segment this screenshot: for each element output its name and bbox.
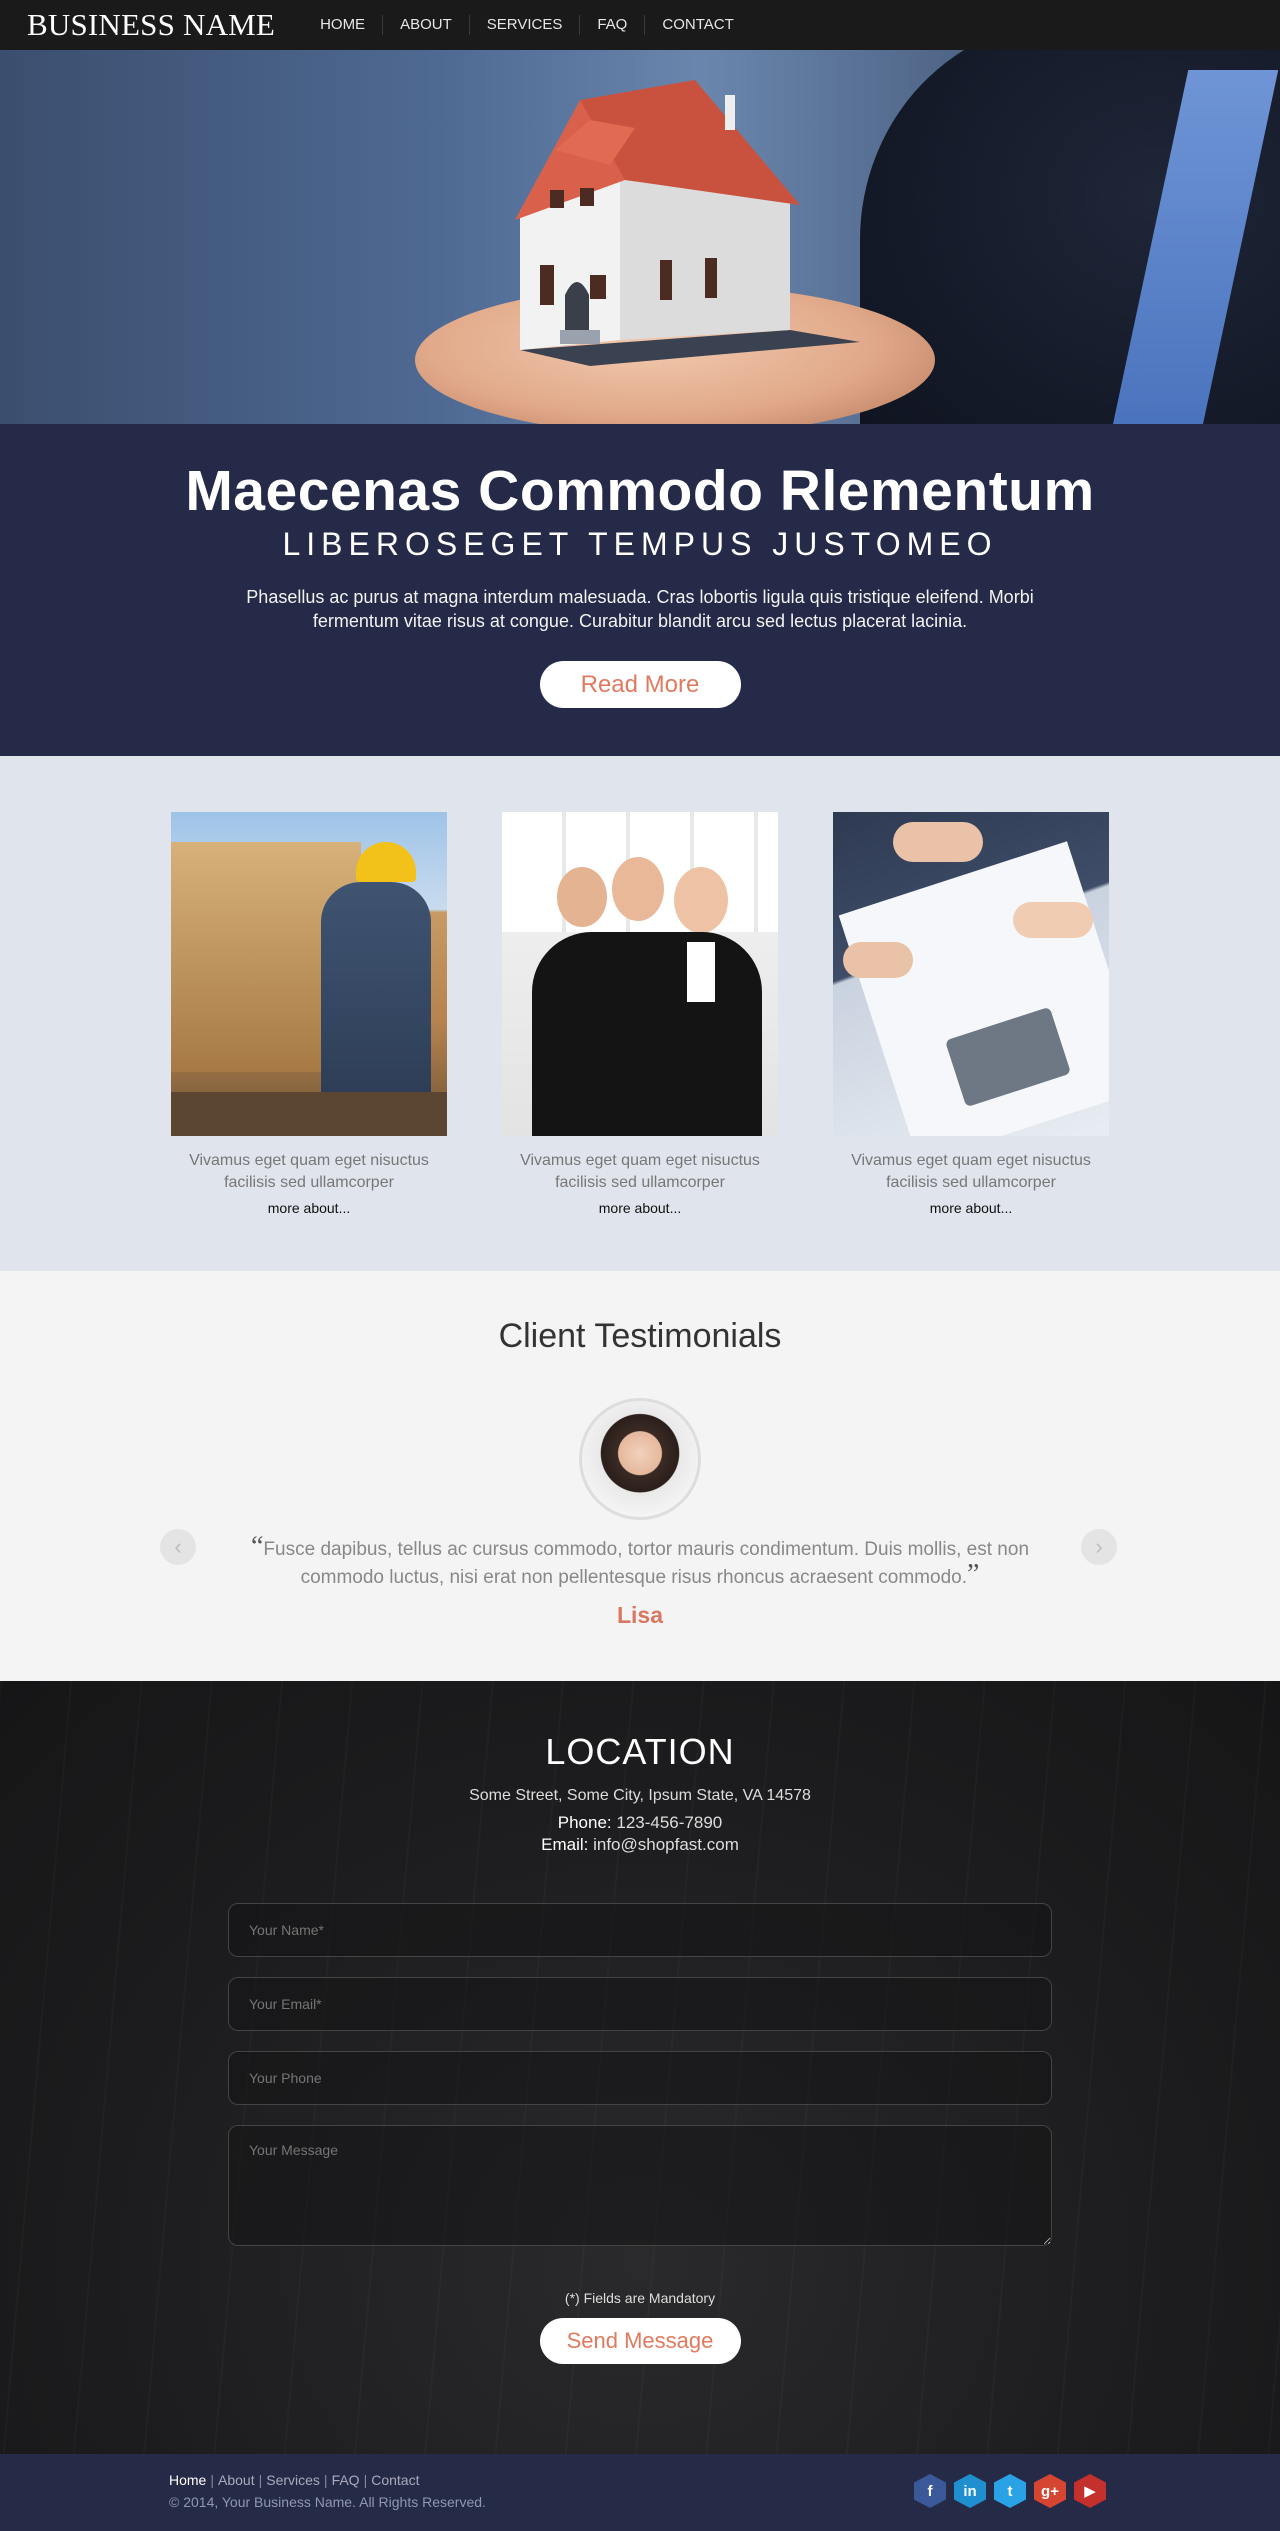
footer-link-home[interactable]: Home: [169, 2472, 206, 2488]
house-illustration: [515, 80, 860, 366]
nav-item-services[interactable]: SERVICES: [468, 15, 580, 35]
footer-link-faq[interactable]: FAQ: [332, 2472, 360, 2488]
hero-title: Maecenas Commodo Rlementum: [185, 459, 1095, 523]
message-field[interactable]: [228, 2125, 1052, 2246]
mandatory-note: (*) Fields are Mandatory: [564, 2290, 716, 2306]
facebook-icon[interactable]: f: [914, 2474, 946, 2508]
hero-description: Phasellus ac purus at magna interdum mal…: [246, 586, 1034, 631]
youtube-icon[interactable]: ▶: [1074, 2474, 1106, 2508]
email-label: Email:: [541, 1835, 589, 1854]
close-quote-icon: ”: [966, 1559, 980, 1590]
footer: Home | About | Services | FAQ | Contact © 2014, …: [0, 2454, 1280, 2531]
footer-separator: |: [323, 2472, 328, 2488]
nav-item-about[interactable]: ABOUT: [382, 15, 469, 35]
feature-card-caption: Vivamus eget quam eget nisuctus facilisi…: [520, 1152, 760, 1191]
construction-worker-image[interactable]: [171, 812, 447, 1136]
location-section: LOCATION Some Street, Some City, Ipsum S…: [0, 1681, 1280, 2454]
email-field[interactable]: [228, 1977, 1052, 2031]
testimonial-avatar: [579, 1398, 701, 1520]
nav-menu: HOME ABOUT SERVICES FAQ CONTACT: [303, 15, 751, 35]
feature-card-caption: Vivamus eget quam eget nisuctus facilisi…: [851, 1152, 1091, 1191]
testimonials-title: Client Testimonials: [498, 1317, 782, 1355]
footer-copyright: © 2014, Your Business Name. All Rights R…: [169, 2494, 486, 2510]
send-message-button[interactable]: Send Message: [539, 2318, 741, 2364]
feature-card-caption: Vivamus eget quam eget nisuctus facilisi…: [189, 1152, 429, 1191]
nav-item-faq[interactable]: FAQ: [579, 15, 644, 35]
nav-item-contact[interactable]: CONTACT: [644, 15, 750, 35]
contact-form: [228, 1903, 1052, 2246]
testimonial-quote: “Fusce dapibus, tellus ac cursus commodo…: [225, 1531, 1055, 1590]
features-section: Vivamus eget quam eget nisuctus facilisi…: [0, 756, 1280, 1271]
more-about-link[interactable]: more about...: [930, 1200, 1013, 1216]
name-field[interactable]: [228, 1903, 1052, 1957]
email-value[interactable]: info@shopfast.com: [593, 1835, 739, 1854]
footer-separator: |: [363, 2472, 368, 2488]
footer-separator: |: [258, 2472, 263, 2488]
nav-item-home[interactable]: HOME: [303, 15, 382, 35]
top-nav: BUSINESS NAME HOME ABOUT SERVICES FAQ CO…: [0, 0, 1280, 50]
testimonials-section: Client Testimonials ‹ › “Fusce dapibus, …: [0, 1271, 1280, 1681]
phone-label: Phone:: [557, 1813, 612, 1832]
location-phone: Phone: 123-456-7890: [0, 1813, 1280, 1833]
read-more-button[interactable]: Read More: [539, 660, 741, 708]
feature-card-team: Vivamus eget quam eget nisuctus facilisi…: [502, 812, 778, 1218]
more-about-link[interactable]: more about...: [268, 1200, 351, 1216]
linkedin-icon[interactable]: in: [954, 2474, 986, 2508]
footer-link-contact[interactable]: Contact: [371, 2472, 419, 2488]
testimonial-quote-text: Fusce dapibus, tellus ac cursus commodo,…: [263, 1539, 1030, 1588]
testimonial-author: Lisa: [616, 1602, 664, 1628]
social-links: f in t g+ ▶: [914, 2474, 1106, 2508]
footer-link-services[interactable]: Services: [266, 2472, 320, 2488]
footer-link-about[interactable]: About: [218, 2472, 255, 2488]
business-team-image[interactable]: [502, 812, 778, 1136]
carousel-next-arrow[interactable]: ›: [1081, 1529, 1117, 1565]
location-title: LOCATION: [545, 1731, 735, 1772]
twitter-icon[interactable]: t: [994, 2474, 1026, 2508]
hero-section: Maecenas Commodo Rlementum LIBEROSEGET T…: [0, 424, 1280, 756]
brand-logo[interactable]: BUSINESS NAME: [27, 7, 275, 43]
hero-banner-image: [0, 50, 1280, 424]
location-email: Email: info@shopfast.com: [0, 1835, 1280, 1855]
location-address: Some Street, Some City, Ipsum State, VA …: [469, 1787, 811, 1804]
phone-value[interactable]: 123-456-7890: [616, 1813, 722, 1832]
phone-field[interactable]: [228, 2051, 1052, 2105]
footer-separator: |: [210, 2472, 214, 2488]
carousel-prev-arrow[interactable]: ‹: [160, 1529, 196, 1565]
footer-links: Home | About | Services | FAQ | Contact: [169, 2472, 419, 2488]
feature-card-finance: Vivamus eget quam eget nisuctus facilisi…: [833, 812, 1109, 1218]
financial-documents-image[interactable]: [833, 812, 1109, 1136]
hero-subtitle: LIBEROSEGET TEMPUS JUSTOMEO: [282, 525, 998, 562]
open-quote-icon: “: [250, 1531, 264, 1562]
more-about-link[interactable]: more about...: [599, 1200, 682, 1216]
google-plus-icon[interactable]: g+: [1034, 2474, 1066, 2508]
feature-card-construction: Vivamus eget quam eget nisuctus facilisi…: [171, 812, 447, 1218]
